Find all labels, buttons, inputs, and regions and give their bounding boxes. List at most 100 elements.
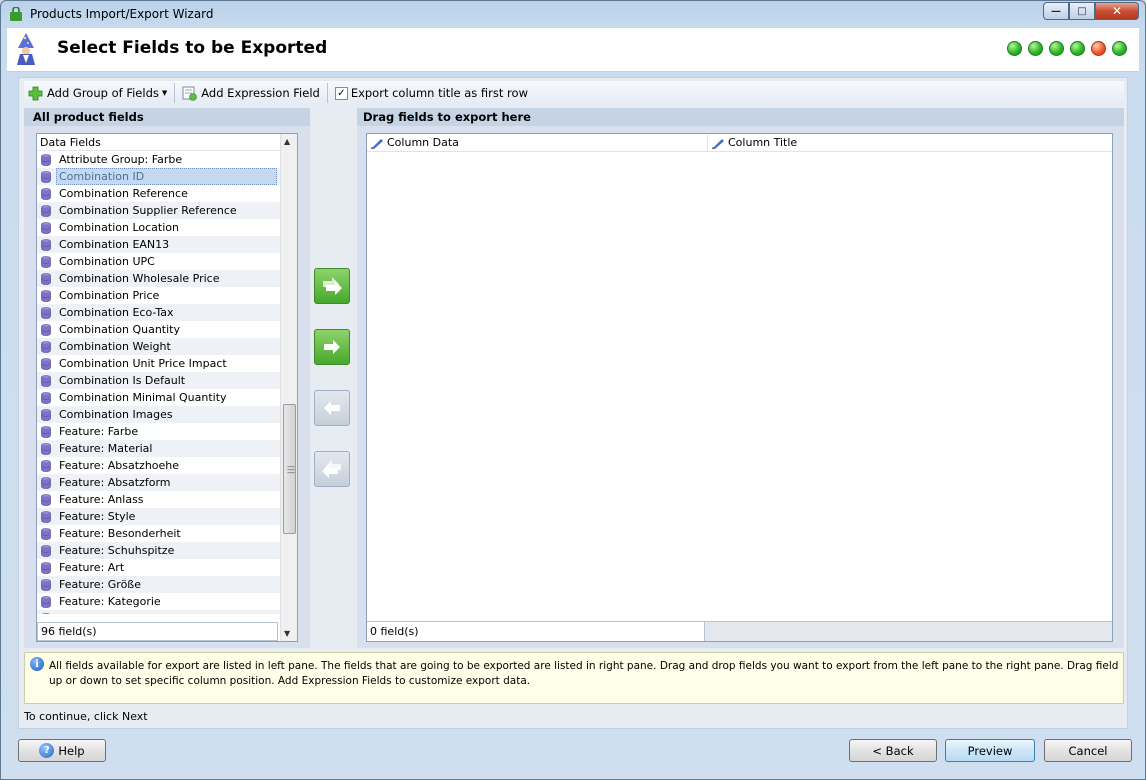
list-item[interactable]: Feature: Größe <box>37 576 281 593</box>
maximize-button[interactable]: □ <box>1069 2 1095 20</box>
app-bag-icon <box>10 7 22 21</box>
database-field-icon <box>41 442 51 455</box>
list-item[interactable]: Combination EAN13 <box>37 236 281 253</box>
list-item[interactable]: Combination Quantity <box>37 321 281 338</box>
grip-icon: — — — <box>287 462 295 477</box>
list-item[interactable]: Combination Reference <box>37 185 281 202</box>
list-item[interactable]: Combination Eco-Tax <box>37 304 281 321</box>
list-item[interactable]: Feature: Anlass <box>37 491 281 508</box>
database-field-icon <box>41 374 51 387</box>
add-expression-button[interactable]: Add Expression Field <box>178 82 324 104</box>
column-title-header[interactable]: Column Title <box>708 134 1112 151</box>
add-group-button[interactable]: Add Group of Fields ▼ <box>24 82 171 104</box>
left-panel: Data Fields Attribute Group: Farbe Combin… <box>24 126 310 648</box>
left-field-count: 96 field(s) <box>37 622 278 641</box>
database-field-icon <box>41 578 51 591</box>
field-rows: Attribute Group: Farbe Combination ID Comb… <box>37 151 281 614</box>
list-item[interactable]: Combination Minimal Quantity <box>37 389 281 406</box>
column-data-header[interactable]: Column Data <box>367 134 708 151</box>
step-dot <box>1028 41 1043 56</box>
list-item[interactable]: Combination Unit Price Impact <box>37 355 281 372</box>
close-button[interactable]: ✕ <box>1095 2 1139 20</box>
list-item[interactable]: Combination Is Default <box>37 372 281 389</box>
field-label: Combination Supplier Reference <box>59 204 237 217</box>
list-item[interactable]: Feature: Farbe <box>37 423 281 440</box>
left-panel-title: All product fields <box>24 108 310 126</box>
toolbar: Add Group of Fields ▼ Add Expression Fie… <box>24 81 1124 105</box>
list-item[interactable]: Feature: Style <box>37 508 281 525</box>
list-item[interactable]: Combination UPC <box>37 253 281 270</box>
field-label: Combination Unit Price Impact <box>59 357 227 370</box>
list-item[interactable]: Feature: Material <box>37 440 281 457</box>
info-text: All fields available for export are list… <box>49 660 1119 687</box>
database-field-icon <box>41 323 51 336</box>
step-dot <box>1049 41 1064 56</box>
expression-icon <box>182 86 198 101</box>
scroll-up-icon[interactable]: ▲ <box>284 137 290 146</box>
step-dot <box>1091 41 1106 56</box>
grid-footer: 0 field(s) <box>367 621 1112 641</box>
export-fields-grid[interactable]: Column Data Column Title 0 field(s) <box>366 133 1113 642</box>
database-field-icon <box>41 170 51 183</box>
export-title-toggle[interactable]: ✓ Export column title as first row <box>331 82 532 104</box>
info-icon: i <box>30 657 44 671</box>
content-area: Add Group of Fields ▼ Add Expression Fie… <box>18 77 1128 729</box>
list-item[interactable]: Combination Images <box>37 406 281 423</box>
list-item[interactable]: Combination Location <box>37 219 281 236</box>
minimize-button[interactable]: — <box>1043 2 1069 20</box>
list-item[interactable]: Combination ID <box>37 168 281 185</box>
maximize-icon: □ <box>1077 5 1087 17</box>
list-item[interactable]: Feature: Schuhspitze <box>37 542 281 559</box>
database-field-icon <box>41 544 51 557</box>
step-dot <box>1112 41 1127 56</box>
database-field-icon <box>41 561 51 574</box>
list-item[interactable]: Feature: Art <box>37 559 281 576</box>
list-item[interactable]: Attribute Group: Farbe <box>37 151 281 168</box>
help-label: Help <box>58 743 85 758</box>
preview-label: Preview <box>967 743 1013 758</box>
field-label: Feature: Besonderheit <box>59 527 181 540</box>
scrollbar-thumb[interactable]: — — — <box>283 404 296 534</box>
add-all-button[interactable] <box>314 268 350 304</box>
list-item[interactable]: Specific Price: Shop ID <box>37 610 281 614</box>
chevron-down-icon: ▼ <box>161 89 168 97</box>
window-title: Products Import/Export Wizard <box>30 7 214 21</box>
back-button[interactable]: < Back <box>849 739 937 762</box>
wizard-window: Products Import/Export Wizard — □ ✕ Sele… <box>0 0 1146 780</box>
vertical-scrollbar[interactable]: ▲ — — — ▼ <box>280 134 297 641</box>
add-group-label: Add Group of Fields <box>47 86 159 100</box>
field-label: Combination Price <box>59 289 160 302</box>
list-column-header[interactable]: Data Fields <box>37 134 281 151</box>
export-title-label: Export column title as first row <box>350 86 528 100</box>
list-item[interactable]: Feature: Absatzform <box>37 474 281 491</box>
grid-header: Column Data Column Title <box>367 134 1112 152</box>
list-item[interactable]: Feature: Besonderheit <box>37 525 281 542</box>
minimize-icon: — <box>1051 5 1061 17</box>
checkmark-icon: ✓ <box>337 87 346 99</box>
list-item[interactable]: Feature: Absatzhoehe <box>37 457 281 474</box>
field-label: Feature: Kategorie <box>59 595 161 608</box>
available-fields-list[interactable]: Data Fields Attribute Group: Farbe Combin… <box>36 133 298 642</box>
cancel-label: Cancel <box>1068 743 1108 758</box>
database-field-icon <box>41 408 51 421</box>
list-item[interactable]: Feature: Kategorie <box>37 593 281 610</box>
cancel-button[interactable]: Cancel <box>1044 739 1132 762</box>
preview-button[interactable]: Preview <box>945 739 1035 762</box>
toolbar-separator <box>326 83 328 103</box>
list-item[interactable]: Combination Wholesale Price <box>37 270 281 287</box>
remove-selected-button[interactable] <box>314 390 350 426</box>
remove-all-button[interactable] <box>314 451 350 487</box>
list-item[interactable]: Combination Price <box>37 287 281 304</box>
database-field-icon <box>41 510 51 523</box>
list-item[interactable]: Combination Supplier Reference <box>37 202 281 219</box>
wizard-header: Select Fields to be Exported <box>7 28 1139 72</box>
field-label: Combination Weight <box>59 340 171 353</box>
help-button[interactable]: ? Help <box>18 739 106 762</box>
add-selected-button[interactable] <box>314 329 350 365</box>
field-label: Combination UPC <box>59 255 155 268</box>
database-field-icon <box>41 204 51 217</box>
scroll-down-icon[interactable]: ▼ <box>284 629 290 638</box>
export-title-checkbox[interactable]: ✓ <box>334 86 348 100</box>
list-item[interactable]: Combination Weight <box>37 338 281 355</box>
info-box: i All fields available for export are li… <box>24 652 1124 704</box>
